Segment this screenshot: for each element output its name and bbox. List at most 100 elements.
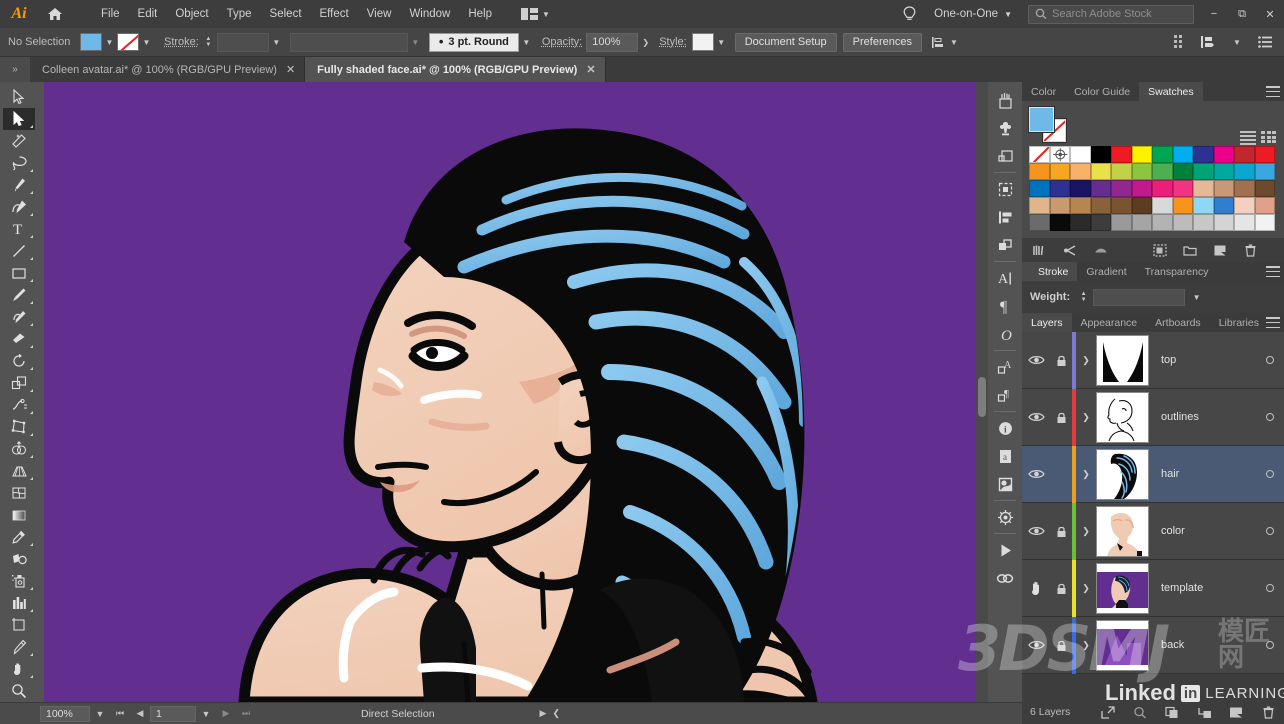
swatch-47[interactable] bbox=[1254, 197, 1275, 214]
delete-swatch-icon[interactable] bbox=[1242, 242, 1258, 258]
curvature-tool[interactable] bbox=[3, 196, 35, 218]
perspective-grid-tool[interactable] bbox=[3, 460, 35, 482]
lasso-tool[interactable] bbox=[3, 152, 35, 174]
swatch-42[interactable] bbox=[1152, 197, 1173, 214]
layer-target-circle-icon[interactable] bbox=[1256, 470, 1284, 478]
menu-view[interactable]: View bbox=[358, 3, 401, 25]
swatch-3[interactable] bbox=[1090, 146, 1111, 163]
layer-row-outlines[interactable]: ❯ outlines bbox=[1022, 388, 1284, 446]
zoom-tool[interactable] bbox=[3, 680, 35, 702]
swatch-40[interactable] bbox=[1111, 197, 1132, 214]
stroke-weight-dropdown-icon[interactable]: ▼ bbox=[269, 32, 284, 52]
layer-row-top[interactable]: ❯ top bbox=[1022, 331, 1284, 389]
shaper-tool[interactable] bbox=[3, 306, 35, 328]
swatch-35[interactable] bbox=[1254, 180, 1275, 197]
document-tab-colleen-avatar[interactable]: Colleen avatar.ai* @ 100% (RGB/GPU Previ… bbox=[30, 57, 306, 82]
swatch-2[interactable] bbox=[1070, 146, 1091, 163]
swatch-27[interactable] bbox=[1090, 180, 1111, 197]
paragraph-icon[interactable]: ¶ bbox=[990, 292, 1020, 320]
search-input[interactable]: Search Adobe Stock bbox=[1028, 4, 1194, 24]
artboards-icon[interactable] bbox=[990, 142, 1020, 170]
swatch-25[interactable] bbox=[1049, 180, 1070, 197]
grid-view-icon[interactable] bbox=[1261, 131, 1276, 145]
restore-icon[interactable]: ⧉ bbox=[1228, 0, 1256, 28]
previous-artboard-icon[interactable]: ◀ bbox=[130, 708, 150, 719]
free-transform-tool[interactable] bbox=[3, 416, 35, 438]
swatch-12[interactable] bbox=[1029, 163, 1050, 180]
layer-name-label[interactable]: back bbox=[1149, 639, 1256, 651]
zoom-level-input[interactable]: 100% bbox=[40, 705, 90, 722]
fill-color-swatch[interactable] bbox=[80, 33, 102, 51]
layer-target-circle-icon[interactable] bbox=[1256, 641, 1284, 649]
align-dropdown-icon[interactable]: ▼ bbox=[1224, 30, 1250, 54]
layer-row-back[interactable]: ❯ back bbox=[1022, 616, 1284, 674]
layer-name-label[interactable]: outlines bbox=[1149, 411, 1256, 423]
swatch-43[interactable] bbox=[1172, 197, 1193, 214]
swatch-14[interactable] bbox=[1070, 163, 1091, 180]
layer-expand-chevron-icon[interactable]: ❯ bbox=[1076, 640, 1096, 651]
opacity-input[interactable]: 100% bbox=[586, 32, 639, 52]
swatch-46[interactable] bbox=[1234, 197, 1255, 214]
swatch-22[interactable] bbox=[1234, 163, 1255, 180]
swatch-32[interactable] bbox=[1193, 180, 1214, 197]
swatch-13[interactable] bbox=[1049, 163, 1070, 180]
scrollbar-thumb[interactable] bbox=[978, 377, 986, 417]
preferences-button[interactable]: Preferences bbox=[842, 32, 922, 52]
swatch-26[interactable] bbox=[1070, 180, 1091, 197]
swatch-57[interactable] bbox=[1213, 214, 1234, 231]
layer-expand-chevron-icon[interactable]: ❯ bbox=[1076, 355, 1096, 366]
opacity-label[interactable]: Opacity: bbox=[542, 36, 582, 48]
artboard-dropdown-icon[interactable]: ▼ bbox=[196, 709, 216, 719]
artboard[interactable] bbox=[44, 82, 976, 702]
swatch-44[interactable] bbox=[1193, 197, 1214, 214]
blend-tool[interactable] bbox=[3, 548, 35, 570]
stroke-weight-panel-input[interactable] bbox=[1093, 288, 1186, 306]
layer-lock-icon[interactable] bbox=[1050, 582, 1072, 595]
symbols-icon[interactable] bbox=[990, 114, 1020, 142]
layer-name-label[interactable]: hair bbox=[1149, 468, 1256, 480]
paragraph-styles-icon[interactable]: ¶ bbox=[990, 381, 1020, 409]
gradient-tool[interactable] bbox=[3, 504, 35, 526]
new-color-group-icon[interactable] bbox=[1152, 242, 1168, 258]
swatch-19[interactable] bbox=[1172, 163, 1193, 180]
layer-visibility-hand-icon[interactable] bbox=[1022, 580, 1050, 596]
layer-expand-chevron-icon[interactable]: ❯ bbox=[1076, 469, 1096, 480]
status-resize-icon[interactable]: ❮ bbox=[552, 708, 560, 719]
layer-row-color[interactable]: ❯ color bbox=[1022, 502, 1284, 560]
swatch-50[interactable] bbox=[1070, 214, 1091, 231]
status-menu-icon[interactable]: ▶ bbox=[540, 708, 547, 719]
zoom-dropdown-icon[interactable]: ▼ bbox=[90, 709, 110, 719]
swatch-0[interactable] bbox=[1029, 146, 1050, 163]
swatch-34[interactable] bbox=[1234, 180, 1255, 197]
stroke-profile-caret-icon[interactable]: ▼ bbox=[519, 32, 534, 52]
layer-target-circle-icon[interactable] bbox=[1256, 584, 1284, 592]
swatch-53[interactable] bbox=[1131, 214, 1152, 231]
tab-gradient[interactable]: Gradient bbox=[1077, 262, 1135, 281]
artboard-tool[interactable] bbox=[3, 614, 35, 636]
tab-libraries[interactable]: Libraries bbox=[1210, 313, 1268, 332]
make-clipping-mask-icon[interactable] bbox=[1164, 704, 1180, 720]
menu-window[interactable]: Window bbox=[400, 3, 459, 25]
swatch-48[interactable] bbox=[1029, 214, 1050, 231]
create-new-layer-icon[interactable] bbox=[1228, 704, 1244, 720]
align-distribute-icon[interactable] bbox=[1196, 30, 1222, 54]
swatch-18[interactable] bbox=[1152, 163, 1173, 180]
swatch-39[interactable] bbox=[1090, 197, 1111, 214]
swatch-52[interactable] bbox=[1111, 214, 1132, 231]
swatch-libraries-icon[interactable] bbox=[1032, 242, 1048, 258]
canvas-area[interactable] bbox=[38, 82, 988, 702]
transform-grid-icon[interactable] bbox=[1168, 30, 1194, 54]
fill-indicator-swatch[interactable] bbox=[1028, 106, 1055, 133]
layer-expand-chevron-icon[interactable]: ❯ bbox=[1076, 412, 1096, 423]
stroke-profile-dropdown[interactable]: • 3 pt. Round bbox=[428, 32, 519, 52]
swatch-56[interactable] bbox=[1193, 214, 1214, 231]
symbol-sprayer-tool[interactable] bbox=[3, 570, 35, 592]
menu-edit[interactable]: Edit bbox=[129, 3, 167, 25]
stroke-dropdown-icon[interactable]: ▼ bbox=[139, 32, 154, 52]
canvas-vertical-scrollbar[interactable] bbox=[976, 82, 988, 702]
stroke-weight-stepper[interactable]: ▲ ▼ bbox=[203, 33, 214, 52]
tab-color[interactable]: Color bbox=[1022, 82, 1065, 101]
stroke-weight-label[interactable]: Stroke: bbox=[164, 36, 199, 48]
eyedropper-tool[interactable] bbox=[3, 526, 35, 548]
menu-effect[interactable]: Effect bbox=[311, 3, 358, 25]
